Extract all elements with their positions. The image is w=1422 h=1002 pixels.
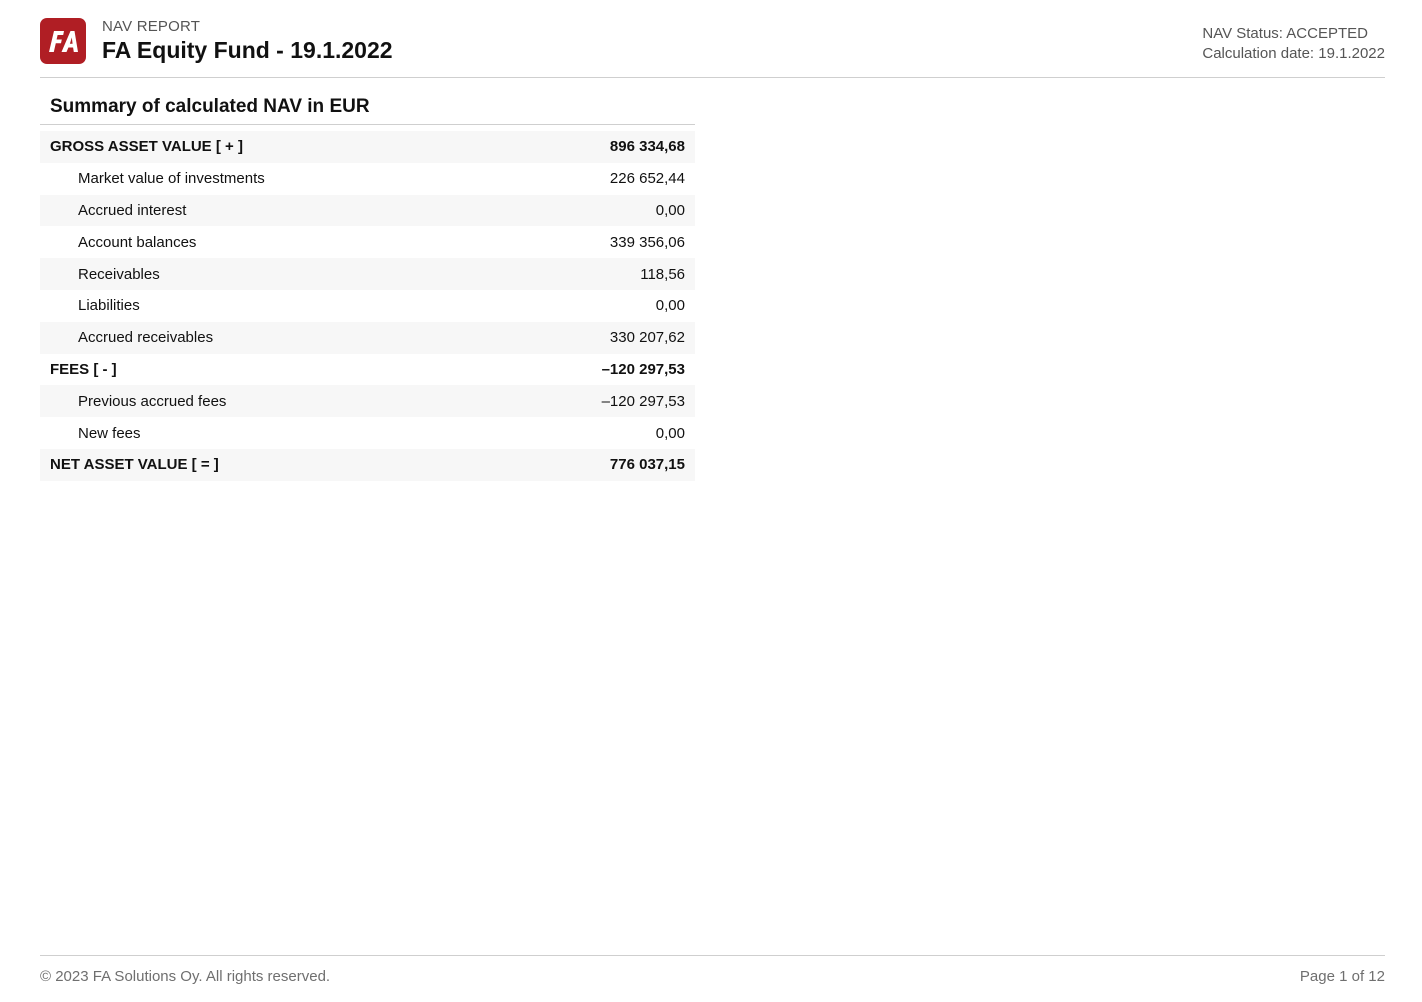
row-value: 339 356,06 <box>609 233 685 251</box>
table-row: Account balances 339 356,06 <box>40 226 695 258</box>
copyright-notice: © 2023 FA Solutions Oy. All rights reser… <box>40 968 331 985</box>
row-label: NET ASSET VALUE [ = ] <box>40 448 495 481</box>
table-row-net-asset-value: NET ASSET VALUE [ = ] 776 037,15 <box>40 448 695 481</box>
table-row: Previous accrued fees –120 297,53 <box>40 385 695 418</box>
section-title: Summary of calculated NAV in EUR <box>40 92 695 125</box>
nav-status: NAV Status: ACCEPTED <box>1202 25 1368 42</box>
row-label: Liabilities <box>78 297 140 315</box>
row-value: 776 037,15 <box>494 448 695 481</box>
page-number: Page 1 of 12 <box>1299 968 1385 985</box>
table-row: Receivables 118,56 <box>40 258 695 290</box>
row-label: New fees <box>78 424 141 442</box>
row-value: –120 297,53 <box>494 385 695 418</box>
row-label: Accrued receivables <box>40 321 495 354</box>
table-row: Liabilities 0,00 <box>40 290 695 322</box>
table-row: New fees 0,00 <box>40 417 695 449</box>
row-value: 226 652,44 <box>609 170 685 188</box>
table-row-gross-asset-value: GROSS ASSET VALUE [ + ] 896 334,68 <box>40 131 695 163</box>
row-label: Account balances <box>78 233 197 251</box>
report-header: NAV REPORT FA Equity Fund - 19.1.2022 NA… <box>40 0 1385 78</box>
fa-logo-icon <box>40 18 86 64</box>
report-type-label: NAV REPORT <box>102 18 201 35</box>
row-label: Previous accrued fees <box>40 385 495 418</box>
row-label: GROSS ASSET VALUE [ + ] <box>40 131 495 163</box>
table-row: Accrued receivables 330 207,62 <box>40 321 695 354</box>
nav-summary-section: Summary of calculated NAV in EUR GROSS A… <box>40 92 695 481</box>
nav-summary-table: GROSS ASSET VALUE [ + ] 896 334,68 Marke… <box>40 131 695 481</box>
row-label: Receivables <box>40 258 495 290</box>
row-label: FEES [ - ] <box>50 360 117 378</box>
row-value: 118,56 <box>494 258 695 290</box>
status-block: NAV Status: ACCEPTED Calculation date: 1… <box>1202 24 1385 64</box>
table-row: Market value of investments 226 652,44 <box>40 163 695 195</box>
calculation-date: Calculation date: 19.1.2022 <box>1202 45 1385 62</box>
row-value: 0,00 <box>494 194 695 227</box>
row-value: 330 207,62 <box>494 321 695 354</box>
row-value: 896 334,68 <box>494 131 695 163</box>
row-value: 0,00 <box>655 424 685 442</box>
table-row-fees: FEES [ - ] –120 297,53 <box>40 354 695 386</box>
row-value: 0,00 <box>655 297 685 315</box>
table-row: Accrued interest 0,00 <box>40 194 695 227</box>
report-footer: © 2023 FA Solutions Oy. All rights reser… <box>40 955 1385 996</box>
report-title: FA Equity Fund - 19.1.2022 <box>102 37 393 63</box>
row-value: –120 297,53 <box>601 360 685 378</box>
row-label: Accrued interest <box>40 194 495 227</box>
row-label: Market value of investments <box>78 170 265 188</box>
